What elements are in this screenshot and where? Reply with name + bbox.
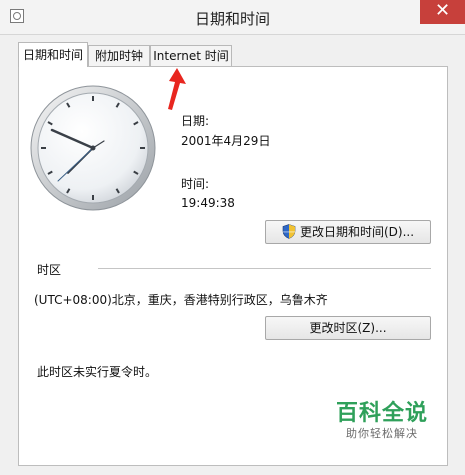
watermark-subtitle: 助你轻松解决	[346, 427, 418, 440]
dst-note: 此时区未实行夏令时。	[37, 365, 158, 379]
change-timezone-label: 更改时区(Z)...	[309, 321, 387, 335]
timezone-heading: 时区	[37, 263, 62, 277]
watermark-title: 百科全说	[336, 401, 429, 426]
title-bar: 日期和时间 ✕	[0, 0, 465, 35]
timezone-divider	[98, 268, 431, 269]
date-label: 日期:	[181, 114, 210, 128]
timezone-value: (UTC+08:00)北京，重庆，香港特别行政区，乌鲁木齐	[34, 293, 328, 307]
change-timezone-button[interactable]: 更改时区(Z)...	[265, 316, 431, 340]
time-label: 时间:	[181, 177, 210, 191]
window-title: 日期和时间	[194, 10, 270, 28]
tab-internet-time[interactable]: Internet 时间	[150, 45, 232, 66]
close-button[interactable]: ✕	[420, 0, 465, 24]
tab-additional-clocks[interactable]: 附加时钟	[88, 45, 150, 66]
uac-shield-icon	[282, 224, 296, 239]
change-datetime-button[interactable]: 更改日期和时间(D)...	[265, 220, 431, 244]
time-value: 19:49:38	[181, 196, 235, 210]
analog-clock	[30, 85, 156, 211]
tab-date-time[interactable]: 日期和时间	[18, 42, 88, 67]
change-datetime-label: 更改日期和时间(D)...	[299, 225, 415, 239]
red-arrow-annotation	[168, 68, 186, 110]
date-value: 2001年4月29日	[181, 134, 271, 148]
baike-watermark-logo: 百科全说 助你轻松解决	[336, 402, 428, 442]
